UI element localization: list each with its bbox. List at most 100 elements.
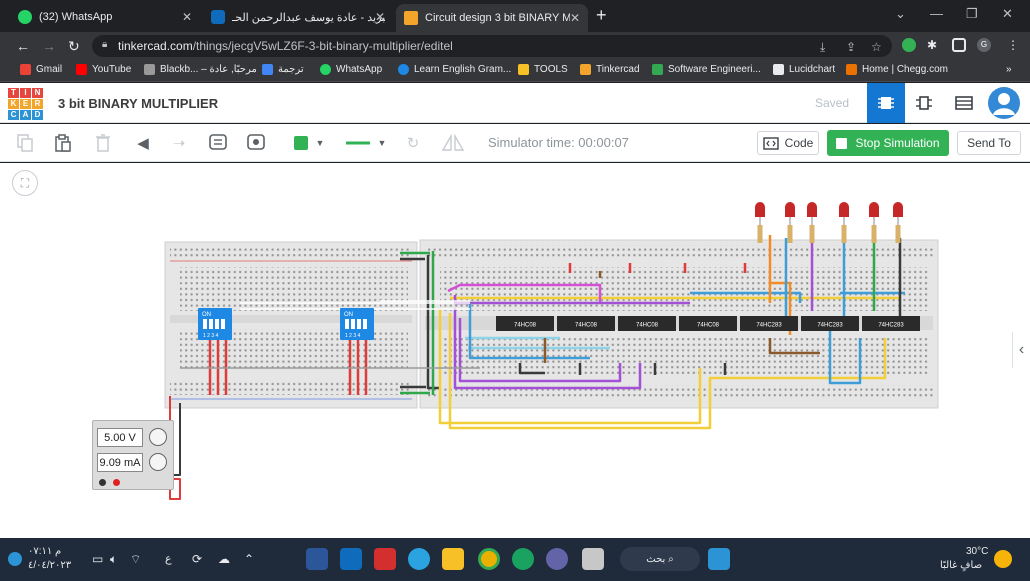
bookmark-translate[interactable]: ترجمة xyxy=(262,64,304,75)
fill-color-dropdown[interactable]: ▼ xyxy=(288,133,330,153)
components-panel-toggle[interactable]: ‹ xyxy=(1012,332,1030,368)
send-to-button[interactable]: Send To xyxy=(957,131,1021,155)
ic-chips[interactable]: 74HC08 74HC08 74HC08 74HC08 74HC283 74HC283 74… xyxy=(496,316,920,331)
bookmark-chegg[interactable]: Home | Chegg.com xyxy=(846,64,948,75)
copy-button[interactable] xyxy=(14,133,36,153)
close-tab-icon[interactable]: ✕ xyxy=(375,10,385,24)
led[interactable] xyxy=(807,202,817,243)
tab-search-icon[interactable]: ⌄ xyxy=(895,6,906,22)
redo-button[interactable]: ➝ xyxy=(168,133,190,153)
resistor[interactable] xyxy=(757,225,763,243)
resistor[interactable] xyxy=(787,225,793,243)
file-explorer-icon[interactable] xyxy=(442,548,464,570)
resistor[interactable] xyxy=(809,225,815,243)
url-field[interactable]: 🔒︎ tinkercad.com/things/jecgV5wLZ6F-3-bi… xyxy=(92,35,892,57)
resistor[interactable] xyxy=(895,225,901,243)
taskbar-search[interactable]: بحث ⌕ xyxy=(620,547,700,571)
teams-icon[interactable] xyxy=(546,548,568,570)
led[interactable] xyxy=(893,202,903,243)
extension-green-icon[interactable] xyxy=(902,38,916,52)
extensions-puzzle-icon[interactable]: ✱ xyxy=(927,38,937,52)
close-window-icon[interactable]: ✕ xyxy=(1002,6,1013,22)
resistor[interactable] xyxy=(841,225,847,243)
bookmark-youtube[interactable]: YouTube xyxy=(76,64,131,75)
current-knob[interactable] xyxy=(149,453,167,471)
dip-switch-b[interactable]: ON 1 2 3 4 xyxy=(340,308,374,340)
back-icon[interactable]: ← xyxy=(16,38,30,54)
bookmark-learn-english[interactable]: Learn English Gram... xyxy=(398,64,511,75)
led[interactable] xyxy=(785,202,795,243)
wifi-icon[interactable]: ⌔ xyxy=(130,552,141,567)
bookmark-whatsapp[interactable]: WhatsApp xyxy=(320,64,382,75)
volume-icon[interactable]: 🔈︎ xyxy=(110,552,117,567)
clock-time[interactable]: م ٠٧:١١ xyxy=(28,546,61,557)
telegram-icon[interactable] xyxy=(408,548,430,570)
edge-icon[interactable] xyxy=(512,548,534,570)
show-hidden-icons[interactable]: ⌃ xyxy=(244,552,254,566)
ic-chip[interactable]: 74HC283 xyxy=(862,316,920,331)
undo-button[interactable]: ◀︎ xyxy=(132,133,154,153)
notification-icon[interactable] xyxy=(8,552,22,566)
forward-icon[interactable]: → xyxy=(42,38,56,54)
code-button[interactable]: Code xyxy=(757,131,819,155)
bookmark-tinkercad[interactable]: Tinkercad xyxy=(580,64,640,75)
stop-simulation-button[interactable]: Stop Simulation xyxy=(827,130,949,156)
bookmark-software-eng[interactable]: Software Engineeri... xyxy=(652,64,761,75)
word-icon[interactable] xyxy=(306,548,328,570)
close-tab-icon[interactable]: ✕ xyxy=(182,10,192,24)
led[interactable] xyxy=(869,202,879,243)
side-panel-icon[interactable] xyxy=(952,38,966,52)
start-icon[interactable] xyxy=(708,548,730,570)
profile-avatar[interactable]: G xyxy=(977,38,991,52)
restore-icon[interactable]: ❐ xyxy=(966,6,978,22)
dip-switch-a[interactable]: ON 1 2 3 4 xyxy=(198,308,232,340)
positive-terminal[interactable] xyxy=(113,479,120,486)
resistor[interactable] xyxy=(871,225,877,243)
onedrive-icon[interactable]: ☁ xyxy=(218,552,230,566)
mirror-button[interactable] xyxy=(440,133,466,153)
tab-whatsapp[interactable]: (32) WhatsApp ✕ xyxy=(10,6,200,28)
ic-chip[interactable]: 74HC08 xyxy=(618,316,676,331)
mail-icon[interactable] xyxy=(340,548,362,570)
ic-chip[interactable]: 74HC08 xyxy=(496,316,554,331)
bookmark-tools[interactable]: TOOLS xyxy=(518,64,568,75)
new-tab-button[interactable]: + xyxy=(596,5,607,26)
power-supply[interactable]: 5.00 V 9.09 mA xyxy=(92,420,174,490)
chrome-icon[interactable] xyxy=(478,548,500,570)
bookmark-star-icon[interactable]: ☆ xyxy=(871,40,882,54)
ic-chip[interactable]: 74HC08 xyxy=(679,316,737,331)
led[interactable] xyxy=(755,202,765,243)
share-icon[interactable]: ⇪ xyxy=(846,40,856,54)
notes-button[interactable] xyxy=(206,133,230,153)
acrobat-icon[interactable] xyxy=(374,548,396,570)
bookmark-gmail[interactable]: Gmail xyxy=(20,64,62,75)
bookmark-lucidchart[interactable]: Lucidchart xyxy=(773,64,835,75)
led-row[interactable] xyxy=(755,202,903,243)
bookmarks-overflow[interactable]: » xyxy=(1006,64,1012,75)
snipping-icon[interactable] xyxy=(582,548,604,570)
weather-desc[interactable]: صافٍ غالبًا xyxy=(940,560,982,571)
negative-terminal[interactable] xyxy=(99,479,106,486)
user-avatar[interactable] xyxy=(988,87,1020,119)
circuit-view-button[interactable] xyxy=(867,83,905,123)
sync-icon[interactable]: ⟳ xyxy=(192,552,202,566)
rotate-button[interactable]: ↻ xyxy=(402,133,424,153)
weather-sun-icon[interactable] xyxy=(994,550,1012,568)
reload-icon[interactable]: ↻ xyxy=(68,38,80,55)
weather-temp[interactable]: 30°C xyxy=(966,546,988,557)
close-tab-icon[interactable]: ✕ xyxy=(570,11,580,25)
project-title[interactable]: 3 bit BINARY MULTIPLIER xyxy=(58,96,218,111)
minimize-icon[interactable]: — xyxy=(930,6,943,21)
led[interactable] xyxy=(839,202,849,243)
voltage-knob[interactable] xyxy=(149,428,167,446)
keyboard-language-icon[interactable]: ع xyxy=(165,552,172,565)
tinkercad-logo[interactable]: TIN KER CAD xyxy=(8,88,44,120)
view-notes-button[interactable] xyxy=(244,133,268,153)
ic-chip[interactable]: 74HC283 xyxy=(740,316,798,331)
menu-kebab-icon[interactable]: ⋮ xyxy=(1007,38,1019,52)
wire-type-dropdown[interactable]: ▼ xyxy=(342,133,390,153)
delete-button[interactable] xyxy=(92,133,114,153)
clock-date[interactable]: ٤/٠٤/٢٠٢٣ xyxy=(28,560,71,571)
install-icon[interactable]: ⤓ xyxy=(820,40,825,55)
schematic-view-button[interactable] xyxy=(905,83,943,123)
